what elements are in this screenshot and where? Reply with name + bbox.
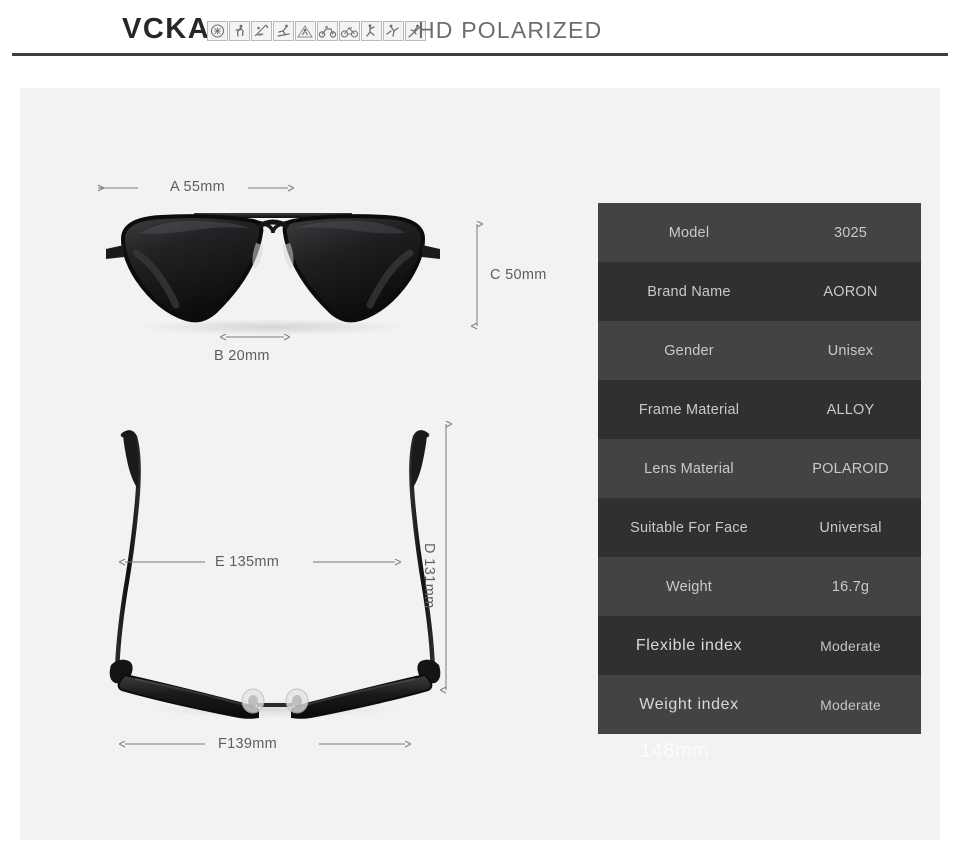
spec-value: Universal: [819, 519, 882, 536]
skiing-icon: [273, 21, 294, 41]
page-header: VCKA HD POLARIZED: [0, 0, 960, 58]
label-front-width-f: F139mm: [218, 736, 278, 752]
spec-value: 16.7g: [831, 578, 870, 595]
content-panel: A 55mm C 50mm B 20mm E 135mm F139mm D 13…: [20, 88, 940, 840]
spec-key: Suitable For Face: [630, 519, 748, 536]
golf-icon: [383, 21, 404, 41]
spec-key: Weight: [665, 578, 713, 595]
motorcycle-icon: [317, 21, 338, 41]
table-row: Model 3025: [598, 203, 921, 262]
label-bridge-b: B 20mm: [214, 348, 270, 364]
spec-value: Moderate: [820, 696, 881, 713]
climbing-icon: [295, 21, 316, 41]
running-icon: [229, 21, 250, 41]
spec-value: Unisex: [827, 342, 874, 359]
sunglasses-front-image: [106, 213, 440, 335]
dimension-arrow-b: [218, 331, 292, 343]
spec-value: 3025: [833, 224, 868, 241]
fishing-icon: [251, 21, 272, 41]
specification-table: Model 3025 Brand Name AORON Gender Unise…: [598, 203, 921, 734]
label-temple-span-e: E 135mm: [215, 554, 280, 570]
table-row: Weight 16.7g: [598, 557, 921, 616]
table-row: Suitable For Face Universal: [598, 498, 921, 557]
cycling-icon: [339, 21, 360, 41]
spec-key: Model: [668, 224, 710, 241]
compass-icon: [207, 21, 228, 41]
spec-key: Weight index: [639, 695, 739, 713]
header-divider: [12, 53, 948, 56]
spec-key: Frame Material: [638, 401, 740, 418]
sport-icon-strip: [207, 21, 426, 41]
spec-value: AORON: [823, 283, 878, 300]
label-height-c: C 50mm: [490, 267, 547, 283]
table-row: Weight index Moderate: [598, 675, 921, 734]
table-row: Lens Material POLAROID: [598, 439, 921, 498]
table-row: Brand Name AORON: [598, 262, 921, 321]
spec-value: ALLOY: [826, 401, 875, 418]
label-width-a: A 55mm: [170, 179, 225, 195]
page-title: HD POLARIZED: [418, 17, 603, 43]
front-view-diagram: A 55mm C 50mm B 20mm: [90, 173, 546, 388]
skating-icon: [361, 21, 382, 41]
label-depth-d: D 131mm: [421, 543, 437, 609]
spec-key: Gender: [664, 342, 714, 359]
table-row: Flexible index Moderate: [598, 616, 921, 675]
spec-key: Brand Name: [647, 283, 731, 300]
dimension-arrow-c: [468, 218, 486, 333]
dimension-watermark: 148mm: [640, 740, 710, 762]
spec-value: Moderate: [820, 637, 881, 654]
spec-value: POLAROID: [812, 460, 889, 477]
spec-key: Flexible index: [635, 636, 743, 654]
dimension-arrow-d: [437, 418, 455, 696]
spec-key: Lens Material: [644, 460, 734, 477]
brand-logo: VCKA: [122, 13, 211, 45]
table-row: Gender Unisex: [598, 321, 921, 380]
table-row: Frame Material ALLOY: [598, 380, 921, 439]
sunglasses-top-image: [109, 430, 441, 719]
